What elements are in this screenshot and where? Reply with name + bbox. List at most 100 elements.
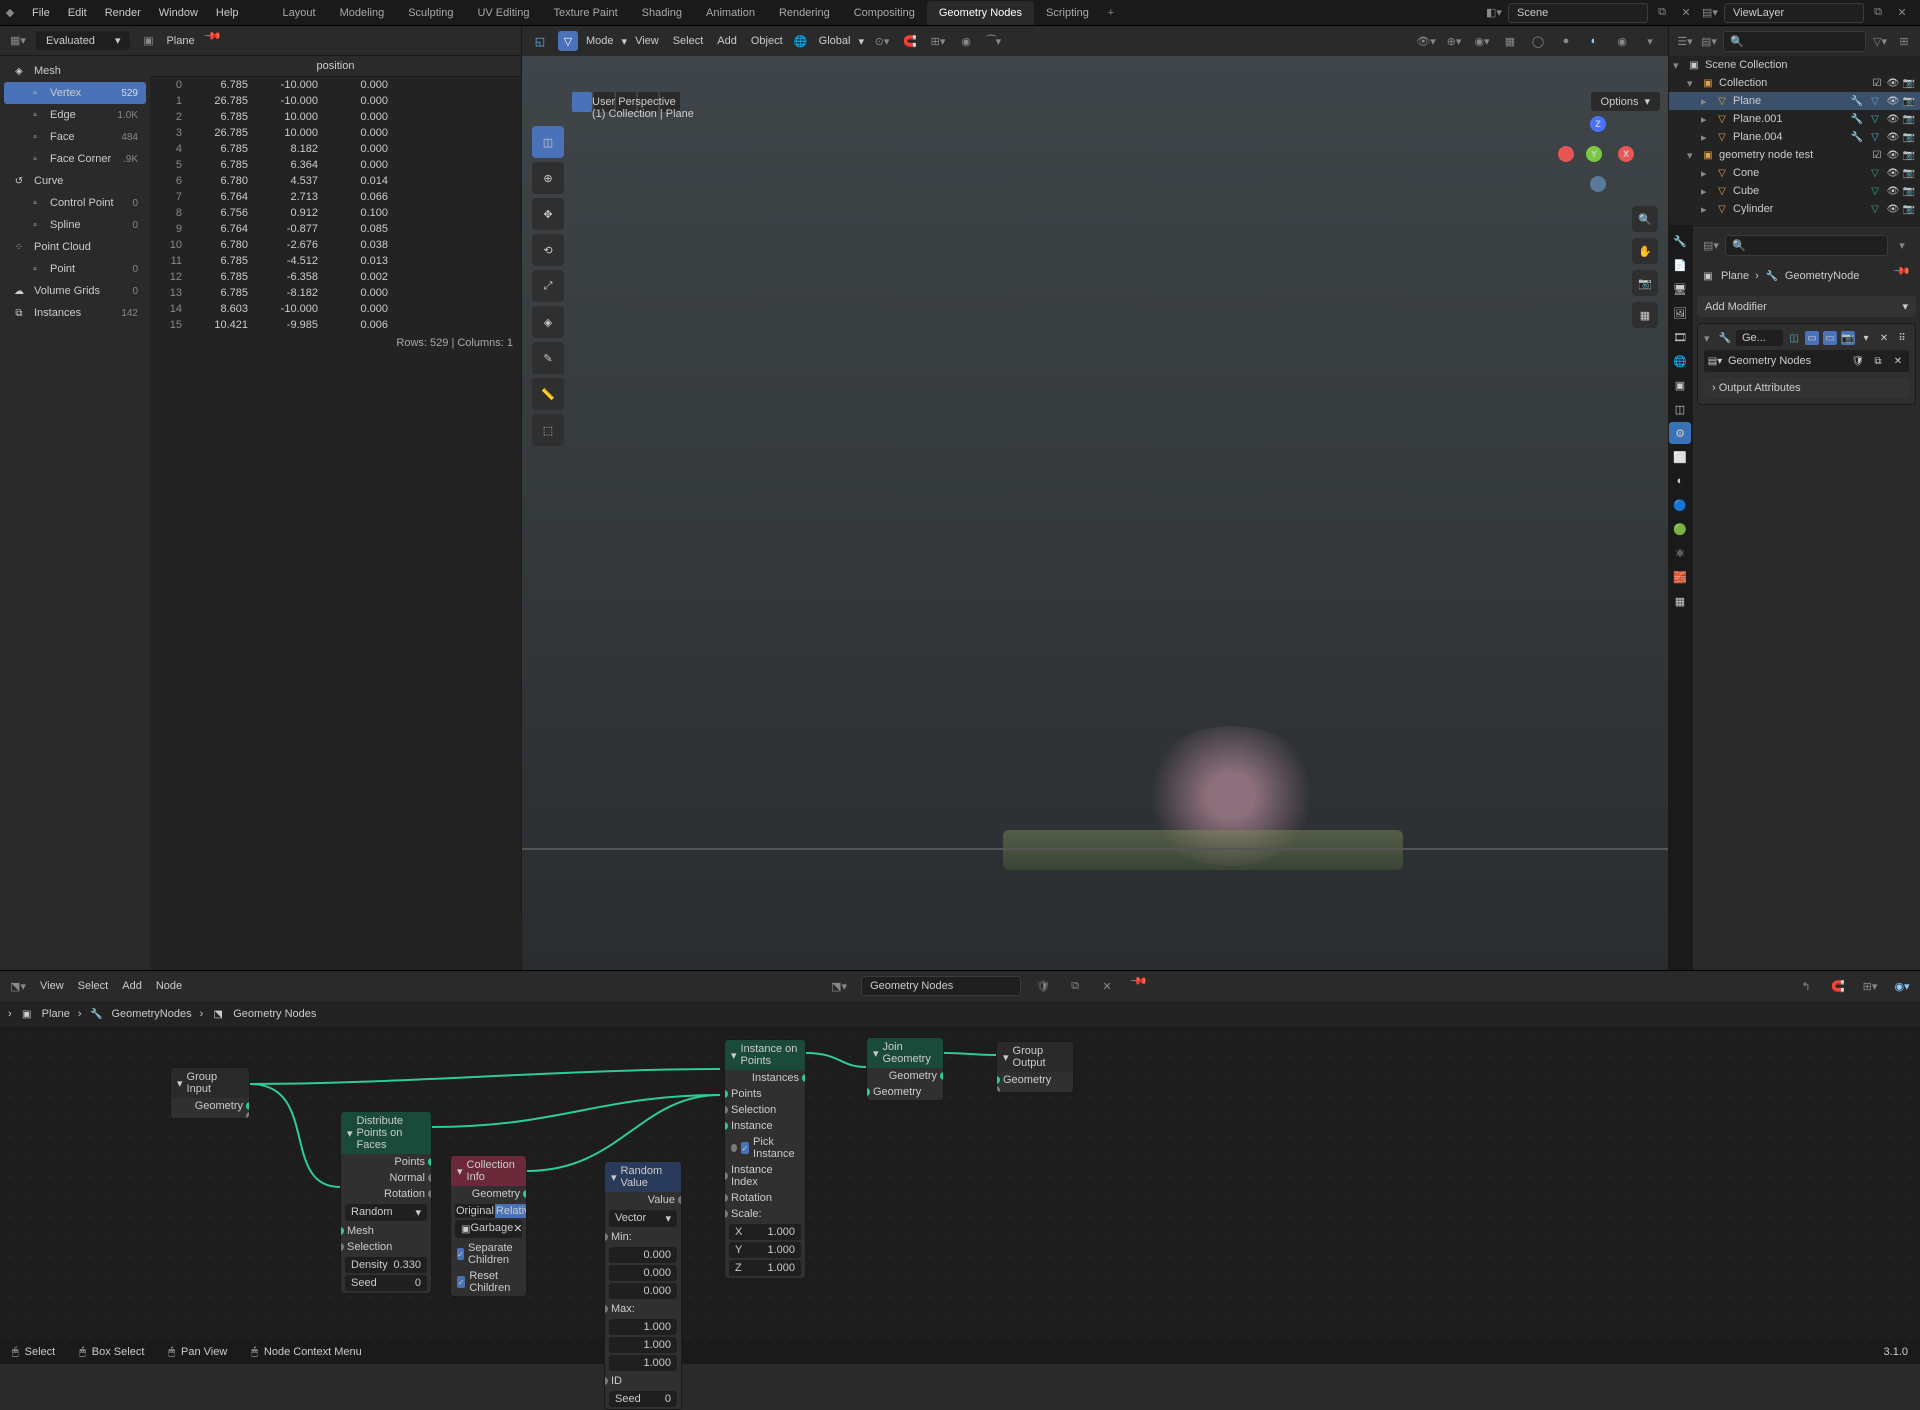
outliner-plane[interactable]: ▸▽Plane🔧▽👁📷 — [1669, 92, 1920, 110]
ne-parent-icon[interactable]: ↰ — [1796, 976, 1816, 996]
props-editor-icon[interactable]: ▤▾ — [1701, 235, 1721, 255]
table-row[interactable]: 86.7560.9120.100 — [150, 205, 521, 221]
node-group-field[interactable]: ▤▾ Geometry Nodes 🛡 ⧉ ✕ — [1704, 350, 1909, 372]
table-row[interactable]: 106.780-2.6760.038 — [150, 237, 521, 253]
cursor-tool[interactable]: ⊕ — [532, 162, 564, 194]
orientation-icon[interactable]: 🌐 — [791, 31, 811, 51]
props-options-icon[interactable]: ▾ — [1892, 235, 1912, 255]
orientation-label[interactable]: Global — [819, 35, 851, 47]
table-row[interactable]: 46.7858.1820.000 — [150, 141, 521, 157]
add-cube-tool[interactable]: ⬚ — [532, 414, 564, 446]
add-workspace-icon[interactable]: + — [1101, 3, 1121, 23]
props-tab-7[interactable]: ◫ — [1669, 398, 1691, 420]
sp-domain-vertex[interactable]: ▫Vertex529 — [4, 82, 146, 104]
table-row[interactable]: 66.7804.5370.014 — [150, 173, 521, 189]
node-distribute-points[interactable]: ▾Distribute Points on Faces Points Norma… — [340, 1111, 432, 1294]
tab-modeling[interactable]: Modeling — [328, 1, 397, 25]
sp-domain-face-corner[interactable]: ▫Face Corner.9K — [4, 148, 146, 170]
perspective-icon[interactable]: ▦ — [1632, 302, 1658, 328]
new-scene-icon[interactable]: ⧉ — [1652, 3, 1672, 23]
shading-wireframe-icon[interactable]: ◯ — [1528, 31, 1548, 51]
pan-icon[interactable]: ✋ — [1632, 238, 1658, 264]
vp-menu-select[interactable]: Select — [673, 35, 704, 47]
gizmo-y-axis[interactable]: Y — [1586, 146, 1602, 162]
outliner-display-icon[interactable]: ▤▾ — [1699, 31, 1719, 51]
table-row[interactable]: 56.7856.3640.000 — [150, 157, 521, 173]
vp-menu-view[interactable]: View — [635, 35, 659, 47]
gizmo-z-axis[interactable]: Z — [1590, 116, 1606, 132]
cursor-tool-icon[interactable]: ◱ — [530, 31, 550, 51]
spreadsheet-mode-dropdown[interactable]: Evaluated▾ — [36, 31, 130, 50]
vp-menu-add[interactable]: Add — [717, 35, 737, 47]
pin-object-icon[interactable]: ▣ — [138, 31, 158, 51]
outliner-search[interactable]: 🔍 — [1723, 31, 1866, 52]
sp-domain-instances[interactable]: ⧉Instances142 — [4, 302, 146, 324]
tab-texture-paint[interactable]: Texture Paint — [541, 1, 629, 25]
rotate-tool[interactable]: ⟲ — [532, 234, 564, 266]
delete-viewlayer-icon[interactable]: ✕ — [1892, 3, 1912, 23]
distribute-mode-dropdown[interactable]: Random▾ — [345, 1204, 427, 1221]
table-row[interactable]: 26.78510.0000.000 — [150, 109, 521, 125]
props-tab-9[interactable]: ⬜ — [1669, 446, 1691, 468]
props-tab-4[interactable]: 🎞 — [1669, 326, 1691, 348]
zoom-icon[interactable]: 🔍 — [1632, 206, 1658, 232]
mod-delete-icon[interactable]: ✕ — [1877, 331, 1891, 345]
proportional-falloff-icon[interactable]: ⁀▾ — [984, 31, 1004, 51]
ne-menu-node[interactable]: Node — [156, 980, 182, 992]
tab-geometry-nodes[interactable]: Geometry Nodes — [927, 1, 1034, 25]
ne-menu-select[interactable]: Select — [78, 980, 109, 992]
shading-options-icon[interactable]: ▾ — [1640, 31, 1660, 51]
select-box-tool[interactable]: ◫ — [532, 126, 564, 158]
table-row[interactable]: 76.7642.7130.066 — [150, 189, 521, 205]
node-tree-type-icon[interactable]: ⬔▾ — [829, 976, 849, 996]
scene-collection-row[interactable]: ▾▣ Scene Collection — [1669, 56, 1920, 74]
props-tab-2[interactable]: 🖥 — [1669, 278, 1691, 300]
measure-tool[interactable]: 📏 — [532, 378, 564, 410]
shading-rendered-icon[interactable]: ◉ — [1612, 31, 1632, 51]
snap-target-icon[interactable]: ⊞▾ — [928, 31, 948, 51]
collection-field[interactable]: ▣Garbage✕ — [455, 1220, 522, 1238]
node-group-output[interactable]: ▾Group Output Geometry — [996, 1041, 1074, 1093]
mod-drag-icon[interactable]: ⠿ — [1895, 331, 1909, 345]
tab-sculpting[interactable]: Sculpting — [396, 1, 465, 25]
seed-field[interactable]: Seed0 — [345, 1275, 427, 1291]
scale-tool[interactable]: ⤢ — [532, 270, 564, 302]
sp-domain-mesh[interactable]: ◈Mesh — [4, 60, 146, 82]
ne-menu-view[interactable]: View — [40, 980, 64, 992]
viewlayer-browse-icon[interactable]: ▤▾ — [1700, 3, 1720, 23]
pin-icon[interactable]: 📌 — [198, 26, 226, 54]
props-tab-13[interactable]: ⚛ — [1669, 542, 1691, 564]
gizmos-icon[interactable]: ⊕▾ — [1444, 31, 1464, 51]
sp-domain-volume-grids[interactable]: ☁Volume Grids0 — [4, 280, 146, 302]
modifier-name-field[interactable]: Ge... — [1736, 330, 1783, 346]
sp-domain-edge[interactable]: ▫Edge1.0K — [4, 104, 146, 126]
ne-menu-add[interactable]: Add — [122, 980, 142, 992]
sp-domain-point[interactable]: ▫Point0 — [4, 258, 146, 280]
shading-material-icon[interactable]: ◐ — [1584, 31, 1604, 51]
outliner-filter-icon[interactable]: ▽▾ — [1870, 31, 1890, 51]
table-row[interactable]: 06.785-10.0000.000 — [150, 77, 521, 93]
gizmo-x-axis[interactable]: X — [1618, 146, 1634, 162]
mod-toggle-2-icon[interactable]: ▭ — [1805, 331, 1819, 345]
table-row[interactable]: 136.785-8.1820.000 — [150, 285, 521, 301]
props-tab-15[interactable]: ▦ — [1669, 590, 1691, 612]
new-nodetree-icon[interactable]: ⧉ — [1065, 976, 1085, 996]
ne-snap-options-icon[interactable]: ⊞▾ — [1860, 976, 1880, 996]
gizmo-x-neg-axis[interactable] — [1558, 146, 1574, 162]
props-tab-5[interactable]: 🌐 — [1669, 350, 1691, 372]
xray-icon[interactable]: ▦ — [1500, 31, 1520, 51]
nav-gizmo[interactable]: Z Y X — [1558, 116, 1638, 196]
modifier-expand-icon[interactable]: ▾ — [1704, 332, 1714, 345]
random-type-dropdown[interactable]: Vector▾ — [609, 1210, 677, 1227]
tab-animation[interactable]: Animation — [694, 1, 767, 25]
output-attributes-panel[interactable]: › Output Attributes — [1704, 378, 1909, 398]
random-seed-field[interactable]: Seed0 — [609, 1391, 677, 1407]
vp-menu-object[interactable]: Object — [751, 35, 783, 47]
props-tab-10[interactable]: ◐ — [1669, 470, 1691, 492]
ne-snap-icon[interactable]: 🧲 — [1828, 976, 1848, 996]
tab-compositing[interactable]: Compositing — [842, 1, 927, 25]
snap-icon[interactable]: 🧲 — [900, 31, 920, 51]
menu-edit[interactable]: Edit — [68, 7, 87, 19]
props-tab-6[interactable]: ▣ — [1669, 374, 1691, 396]
outliner-geometry-node-test[interactable]: ▾▣geometry node test☑👁📷 — [1669, 146, 1920, 164]
